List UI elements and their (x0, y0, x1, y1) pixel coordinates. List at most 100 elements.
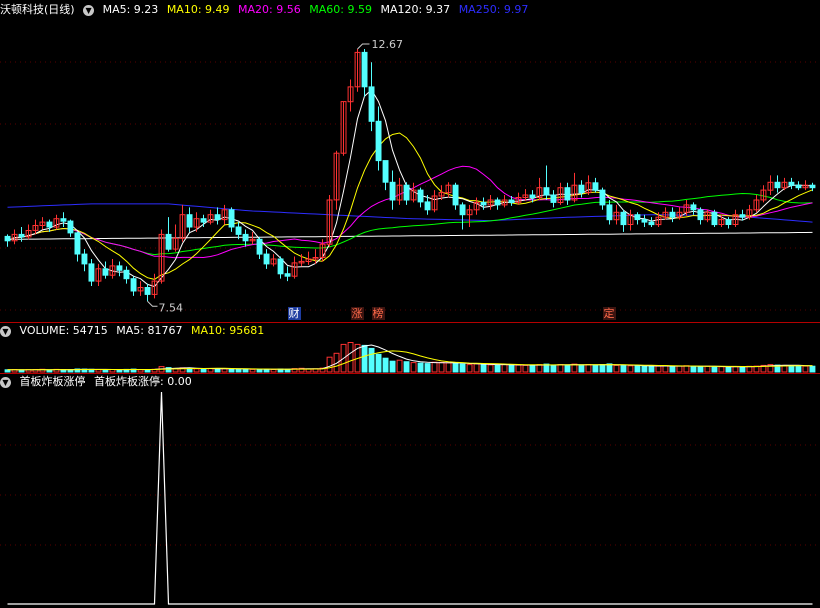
volume-bar-up (410, 362, 417, 373)
candle-down (403, 184, 410, 201)
candle-down (368, 86, 375, 122)
volume-bar-down (795, 365, 802, 373)
volume-bar-down (235, 368, 242, 373)
candle-down (480, 201, 487, 206)
volume-bar-down (459, 363, 466, 373)
candle-down (200, 218, 207, 223)
candle-down (578, 184, 585, 194)
event-marker-list[interactable]: 榜 (371, 307, 385, 320)
volume-bar-up (662, 365, 669, 373)
volume-bar-down (690, 365, 697, 373)
volume-bar-up (802, 365, 809, 373)
candle-down (375, 120, 382, 162)
volume-bar-down (529, 365, 536, 373)
candle-down (242, 233, 249, 242)
candle-down (4, 235, 11, 242)
volume-bar-up (487, 364, 494, 373)
volume-bar-up (396, 359, 403, 373)
candle-down (417, 189, 424, 203)
candle-down (186, 214, 193, 228)
volume-bar-up (347, 342, 354, 373)
volume-bar-down (592, 364, 599, 373)
candle-down (690, 204, 697, 211)
candle-down (739, 214, 746, 218)
volume-bar-up (585, 364, 592, 373)
volume-bar-down (648, 365, 655, 373)
candle-down (669, 211, 676, 218)
ma5-line (7, 89, 813, 288)
candle-down (788, 181, 795, 186)
volume-bar-down (711, 366, 718, 373)
event-marker-placement[interactable]: 定 (602, 307, 616, 320)
candle-down (795, 184, 802, 189)
event-marker-limit-up[interactable]: 涨 (350, 307, 364, 320)
candle-down (102, 268, 109, 276)
volume-bar-down (578, 364, 585, 373)
low-pointer (147, 300, 158, 307)
volume-bar-up (536, 364, 543, 373)
candle-down (494, 199, 501, 206)
volume-bar-down (403, 361, 410, 373)
volume-bar-up (655, 365, 662, 373)
volume-bar-up (627, 365, 634, 373)
candle-down (18, 233, 25, 238)
candle-down (508, 199, 515, 203)
volume-bar-up (732, 366, 739, 373)
volume-bar-up (473, 363, 480, 373)
volume-bar-up (326, 356, 333, 373)
volume-bar-down (550, 364, 557, 373)
candle-down (228, 209, 235, 228)
candle-down (263, 253, 270, 265)
volume-bar-down (382, 357, 389, 373)
low-price-label: 7.54 (159, 301, 184, 314)
candle-down (606, 204, 613, 221)
volume-bar-down (361, 344, 368, 373)
candle-down (543, 187, 550, 196)
volume-bar-down (424, 363, 431, 373)
volume-bar-up (438, 361, 445, 373)
volume-bar-down (788, 365, 795, 373)
candle-down (88, 263, 95, 282)
candle-down (361, 51, 368, 88)
volume-bar-down (599, 364, 606, 373)
volume-bar-up (137, 369, 144, 373)
volume-bar-down (480, 363, 487, 373)
candle-down (277, 258, 284, 275)
candle-down (74, 232, 81, 255)
volume-bar-up (515, 364, 522, 373)
candle-down (382, 160, 389, 183)
candle-down (725, 219, 732, 226)
candle-down (564, 187, 571, 201)
volume-bar-up (95, 369, 102, 373)
high-price-label: 12.67 (372, 38, 404, 51)
volume-bar-down (508, 364, 515, 373)
volume-bar-down (641, 365, 648, 373)
volume-bar-down (200, 368, 207, 373)
candle-down (599, 189, 606, 206)
volume-bar-down (564, 364, 571, 373)
volume-bar-up (207, 368, 214, 373)
candle-down (697, 209, 704, 221)
volume-bar-down (452, 362, 459, 373)
ma120-line (7, 231, 813, 240)
candle-down (620, 211, 627, 226)
volume-bar-up (193, 368, 200, 373)
candle-down (256, 238, 263, 255)
volume-bar-down (214, 368, 221, 373)
volume-bar-up (718, 366, 725, 373)
candle-down (648, 221, 655, 226)
candle-down (214, 214, 221, 221)
candle-down (235, 226, 242, 235)
volume-bar-up (613, 364, 620, 373)
candle-down (130, 278, 137, 292)
candle-down (284, 273, 291, 277)
volume-bar-down (809, 365, 816, 373)
kline-chart[interactable]: 12.67 7.54 (0, 0, 820, 608)
event-marker-finance[interactable]: 财 (287, 307, 301, 320)
candle-down (809, 184, 816, 189)
candle-down (529, 194, 536, 198)
candle-down (452, 184, 459, 206)
volume-bar-down (102, 369, 109, 373)
candle-down (60, 218, 67, 222)
volume-bar-up (466, 364, 473, 373)
